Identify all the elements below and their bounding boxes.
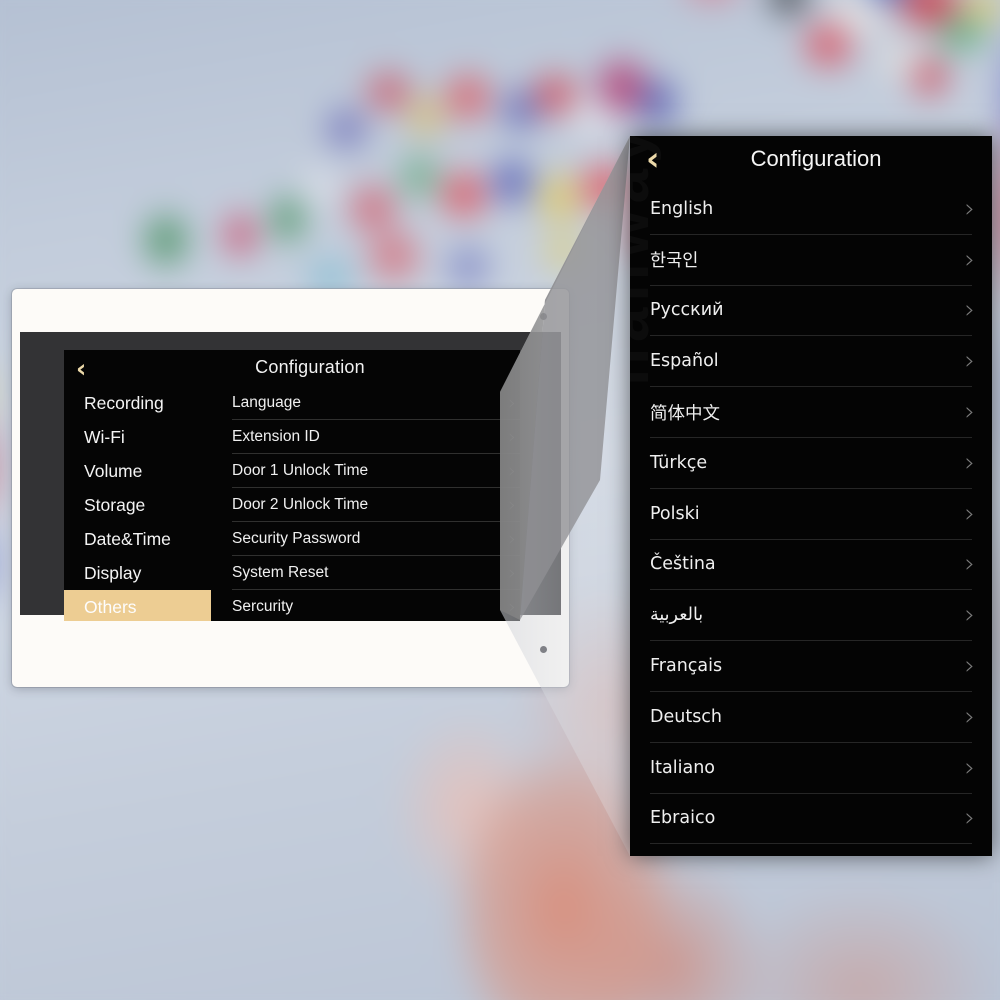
chevron-right-icon: ›	[964, 193, 975, 224]
language-item-russian[interactable]: Русский ›	[650, 286, 975, 337]
indicator-dot-bottom	[540, 646, 547, 653]
chevron-right-icon: ›	[964, 244, 975, 275]
language-item-simplified-chinese[interactable]: 简体中文 ›	[650, 387, 975, 438]
list-item-door-2-unlock-time[interactable]: Door 2 Unlock Time ›	[232, 488, 520, 522]
left-configuration-screen: ‹ Configuration Recording Wi-Fi Volume S…	[64, 350, 520, 621]
list-item-label: Security Password	[232, 529, 361, 547]
chevron-right-icon: ›	[508, 425, 516, 448]
language-item-czech[interactable]: Čeština ›	[650, 540, 975, 591]
list-item-security-password[interactable]: Security Password ›	[232, 522, 520, 556]
language-label: Ebraico	[650, 808, 716, 829]
language-label: Čeština	[650, 554, 716, 575]
chevron-right-icon: ›	[964, 498, 975, 529]
chevron-right-icon: ›	[964, 346, 975, 377]
chevron-right-icon: ›	[964, 803, 975, 834]
chevron-right-icon: ›	[508, 561, 516, 584]
language-item-turkish[interactable]: Türkçe ›	[650, 438, 975, 489]
settings-category-nav: Recording Wi-Fi Volume Storage Date&Time…	[64, 386, 211, 621]
language-item-italian[interactable]: Italiano ›	[650, 743, 975, 794]
settings-detail-list: Language › Extension ID › Door 1 Unlock …	[232, 386, 520, 621]
chevron-right-icon: ›	[964, 295, 975, 326]
language-item-english[interactable]: English ›	[650, 184, 975, 235]
sidebar-item-datetime[interactable]: Date&Time	[64, 522, 211, 556]
language-item-arabic[interactable]: بالعربية ›	[650, 590, 975, 642]
chevron-right-icon: ›	[964, 447, 975, 478]
sidebar-item-display[interactable]: Display	[64, 556, 211, 590]
language-label: Türkçe	[650, 452, 708, 473]
language-label: Deutsch	[650, 706, 723, 727]
chevron-right-icon: ›	[964, 651, 975, 682]
camera-dot-top	[540, 313, 547, 320]
sidebar-item-recording[interactable]: Recording	[64, 386, 211, 420]
list-item-door-1-unlock-time[interactable]: Door 1 Unlock Time ›	[232, 454, 520, 488]
language-label: Italiano	[650, 757, 715, 778]
chevron-right-icon: ›	[508, 596, 516, 618]
sidebar-item-storage[interactable]: Storage	[64, 488, 211, 522]
sidebar-item-volume[interactable]: Volume	[64, 454, 211, 488]
language-item-german[interactable]: Deutsch ›	[650, 692, 975, 743]
chevron-right-icon: ›	[508, 391, 516, 414]
list-item-sercurity[interactable]: Sercurity ›	[232, 590, 520, 621]
page-title: Configuration	[750, 146, 882, 171]
list-item-extension-id[interactable]: Extension ID ›	[232, 420, 520, 454]
list-item-label: Extension ID	[232, 427, 320, 445]
list-item-label: System Reset	[232, 563, 329, 581]
list-item-language[interactable]: Language ›	[232, 386, 520, 420]
list-item-label: Door 1 Unlock Time	[232, 461, 369, 479]
chevron-right-icon: ›	[508, 459, 516, 482]
list-item-label: Language	[232, 393, 301, 411]
chevron-right-icon: ›	[508, 527, 516, 550]
language-label: 简体中文	[650, 403, 720, 424]
language-item-french[interactable]: Français ›	[650, 641, 975, 692]
sidebar-item-wifi[interactable]: Wi-Fi	[64, 420, 211, 454]
list-item-label: Sercurity	[232, 598, 294, 615]
language-item-hebrew[interactable]: Ebraico ›	[650, 794, 975, 845]
right-panel-header: ‹ Configuration	[630, 136, 992, 184]
chevron-right-icon: ›	[964, 600, 975, 631]
chevron-right-icon: ›	[508, 493, 516, 516]
chevron-right-icon: ›	[964, 549, 975, 580]
language-selection-panel: hanway ‹ Configuration English › 한국인 › Р…	[630, 136, 992, 856]
language-label: Español	[650, 351, 719, 372]
language-item-polish[interactable]: Polski ›	[650, 489, 975, 540]
chevron-right-icon: ›	[965, 855, 975, 856]
language-item-spanish[interactable]: Español ›	[650, 336, 975, 388]
language-label: English	[650, 198, 714, 219]
left-screen-header: ‹ Configuration	[64, 350, 520, 386]
language-label: Français	[650, 656, 723, 677]
list-item-label: Door 2 Unlock Time	[232, 495, 369, 513]
language-item-portuguese[interactable]: Português ›	[650, 844, 975, 856]
chevron-right-icon: ›	[964, 701, 975, 732]
language-item-korean[interactable]: 한국인 ›	[650, 235, 975, 286]
page-title: Configuration	[255, 357, 365, 377]
language-label: 한국인	[650, 251, 699, 272]
list-item-system-reset[interactable]: System Reset ›	[232, 556, 520, 590]
language-label: Русский	[650, 300, 724, 321]
language-label: Polski	[650, 503, 700, 524]
language-label: بالعربية	[650, 605, 704, 626]
chevron-right-icon: ›	[964, 397, 975, 428]
language-list: English › 한국인 › Русский › Español › 简体中文…	[630, 184, 992, 856]
sidebar-item-others[interactable]: Others	[64, 590, 211, 621]
chevron-right-icon: ›	[964, 752, 975, 783]
